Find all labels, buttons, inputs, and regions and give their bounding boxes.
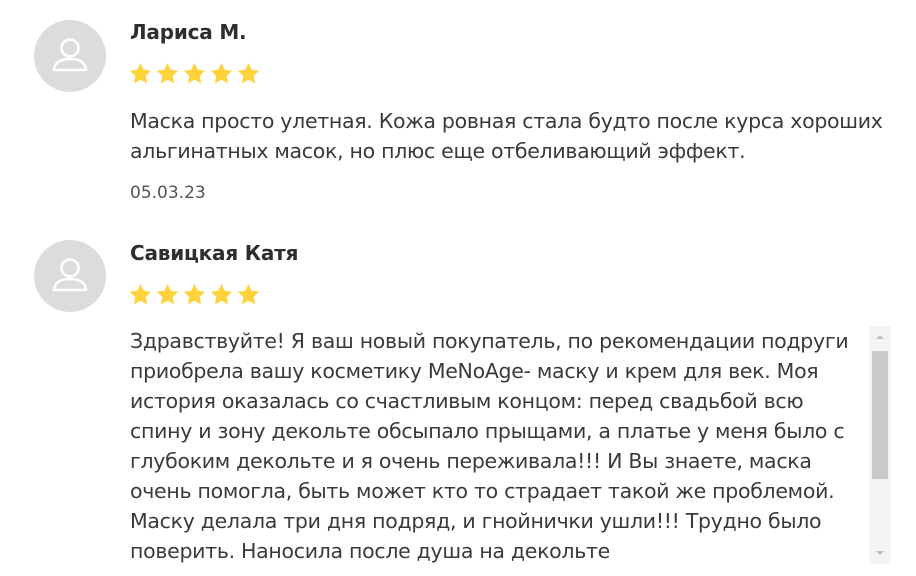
star-icon (183, 283, 206, 305)
review-date: 05.03.23 (130, 183, 206, 203)
star-icon (237, 283, 260, 305)
star-icon (156, 62, 179, 84)
avatar (34, 20, 106, 92)
star-icon (156, 283, 179, 305)
star-icon (210, 62, 233, 84)
review-text-scroll-area[interactable]: Здравствуйте! Я ваш новый покупатель, по… (130, 326, 892, 576)
star-icon (210, 283, 233, 305)
scroll-up-arrow-icon (876, 335, 884, 339)
star-icon (237, 62, 260, 84)
scroll-up-button[interactable] (869, 326, 891, 348)
star-icon (183, 62, 206, 84)
review-text: Здравствуйте! Я ваш новый покупатель, по… (130, 329, 849, 563)
star-icon (129, 62, 152, 84)
rating-stars (128, 282, 261, 308)
avatar (34, 240, 106, 312)
review-author: Лариса М. (130, 20, 247, 44)
review-text: Маска просто улетная. Кожа ровная стала … (130, 109, 883, 163)
user-icon (52, 258, 88, 292)
scroll-down-arrow-icon (876, 551, 884, 555)
review-author: Савицкая Катя (130, 241, 299, 265)
user-icon (52, 38, 88, 72)
scroll-down-button[interactable] (869, 542, 891, 564)
scrollbar[interactable] (869, 326, 891, 564)
star-icon (129, 283, 152, 305)
scrollbar-thumb[interactable] (872, 351, 888, 479)
rating-stars (128, 61, 261, 87)
